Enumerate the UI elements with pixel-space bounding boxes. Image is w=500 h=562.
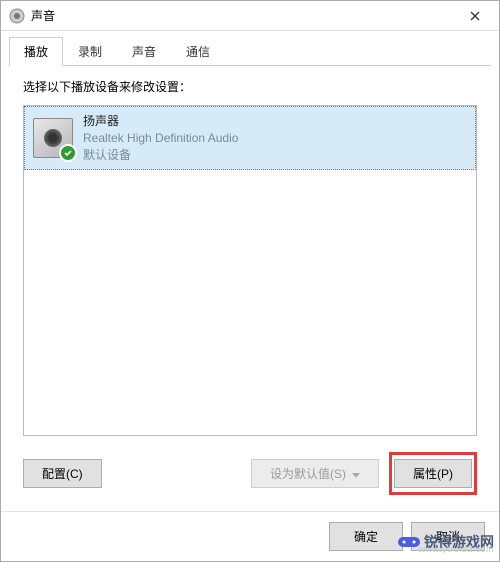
set-default-label: 设为默认值(S) [270,465,346,482]
watermark-url: www.ytruida.com [418,544,494,554]
device-description: Realtek High Definition Audio [83,130,238,147]
device-name: 扬声器 [83,113,238,130]
titlebar: 声音 [1,1,499,31]
playback-device-list[interactable]: 扬声器 Realtek High Definition Audio 默认设备 [23,105,477,436]
tab-strip: 播放 录制 声音 通信 [1,31,499,66]
ok-button[interactable]: 确定 [329,522,403,551]
app-icon [9,8,25,24]
set-default-button[interactable]: 设为默认值(S) [251,459,379,488]
watermark: 锐得游戏网 www.ytruida.com [398,532,494,552]
chevron-down-icon [352,467,360,481]
right-button-group: 设为默认值(S) 属性(P) [251,452,477,495]
device-texts: 扬声器 Realtek High Definition Audio 默认设备 [83,113,238,163]
panel-button-row: 配置(C) 设为默认值(S) 属性(P) [23,436,477,503]
device-status: 默认设备 [83,147,238,164]
playback-panel: 选择以下播放设备来修改设置： 扬声器 Realtek High Definiti… [9,65,491,511]
close-button[interactable] [455,1,495,30]
window-title: 声音 [31,7,455,24]
tab-sounds[interactable]: 声音 [117,37,171,66]
gamepad-icon [398,534,420,550]
tab-playback[interactable]: 播放 [9,37,63,66]
instruction-text: 选择以下播放设备来修改设置： [23,78,477,95]
configure-button[interactable]: 配置(C) [23,459,102,488]
tab-recording[interactable]: 录制 [63,37,117,66]
sound-settings-window: 声音 播放 录制 声音 通信 选择以下播放设备来修改设置： [0,0,500,562]
properties-highlight: 属性(P) [389,452,477,495]
properties-button[interactable]: 属性(P) [394,459,472,488]
default-device-badge [59,144,77,162]
device-icon-wrap [33,118,73,158]
tab-communications[interactable]: 通信 [171,37,225,66]
device-item[interactable]: 扬声器 Realtek High Definition Audio 默认设备 [24,106,476,170]
